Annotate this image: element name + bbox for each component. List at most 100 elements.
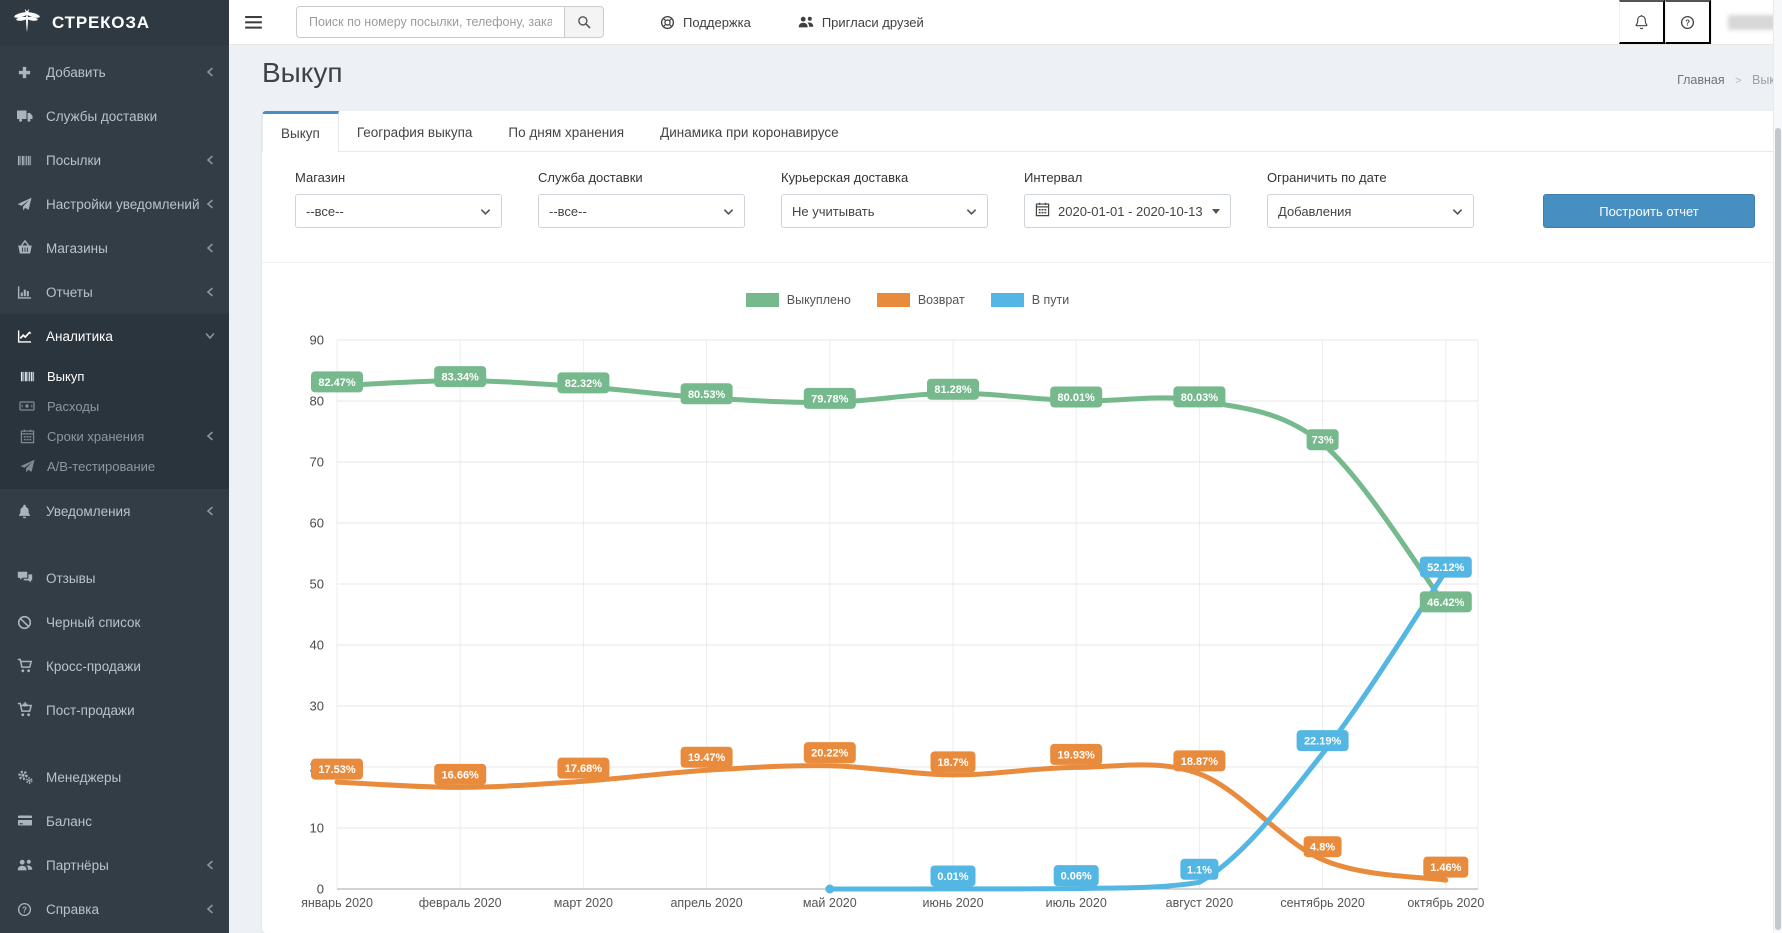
sidebar-item-managers[interactable]: Менеджеры	[0, 755, 229, 799]
interval-picker[interactable]: 2020-01-01 - 2020-10-13	[1024, 194, 1231, 228]
sidebar-item-label: Посылки	[46, 153, 101, 168]
tab-4[interactable]: Динамика при коронавирусе	[642, 111, 857, 151]
shop-select[interactable]: --все--	[295, 194, 502, 228]
sidebar-subitem-storage-periods[interactable]: Сроки хранения	[0, 421, 229, 451]
notifications-button[interactable]	[1619, 0, 1665, 44]
svg-text:83.34%: 83.34%	[442, 372, 480, 384]
buyout-line-chart: 0102030405060708090январь 2020февраль 20…	[262, 319, 1747, 915]
sidebar-subitem-ab-testing[interactable]: А/В-тестирование	[0, 451, 229, 481]
svg-text:апрель 2020: апрель 2020	[670, 896, 742, 910]
svg-text:81.28%: 81.28%	[934, 384, 972, 396]
dragonfly-logo-icon	[12, 5, 42, 40]
sidebar-item-label: Кросс-продажи	[46, 659, 141, 674]
sidebar-item-label: Партнёры	[46, 858, 109, 873]
sidebar-item-blacklist[interactable]: Черный список	[0, 600, 229, 644]
svg-text:май 2020: май 2020	[803, 896, 857, 910]
svg-text:февраль 2020: февраль 2020	[419, 896, 502, 910]
svg-text:1.46%: 1.46%	[1430, 862, 1461, 874]
sidebar-item-cross-sales[interactable]: Кросс-продажи	[0, 644, 229, 688]
comments-icon	[14, 570, 35, 586]
sidebar-item-parcels[interactable]: Посылки	[0, 138, 229, 182]
sidebar-item-notification-settings[interactable]: Настройки уведомлений	[0, 182, 229, 226]
sidebar-item-label: Баланс	[46, 814, 92, 829]
sidebar-item-post-sales[interactable]: Пост-продажи	[0, 688, 229, 732]
legend-item-1[interactable]: Выкуплено	[746, 293, 851, 307]
search-group	[296, 6, 604, 38]
svg-text:80.01%: 80.01%	[1058, 392, 1096, 404]
chevron-left-icon	[205, 155, 215, 165]
legend-swatch	[991, 293, 1024, 307]
sidebar-subitem-buyout[interactable]: Выкуп	[0, 361, 229, 391]
date-limit-select[interactable]: Добавления	[1267, 194, 1474, 228]
legend-swatch	[877, 293, 910, 307]
sidebar-item-label: Справка	[46, 902, 99, 917]
sidebar-item-label: Магазины	[46, 241, 108, 256]
svg-text:1.1%: 1.1%	[1187, 864, 1212, 876]
legend-label: Выкуплено	[787, 293, 851, 307]
sidebar-submenu-analytics: Выкуп РасходыСроки храненияА/В-тестирован…	[0, 358, 229, 489]
tab-1[interactable]: Выкуп	[262, 111, 339, 152]
help-button[interactable]: ?	[1665, 0, 1711, 44]
legend-item-3[interactable]: В пути	[991, 293, 1070, 307]
calendar-icon	[17, 429, 37, 444]
sidebar-item-help[interactable]: ? Справка	[0, 887, 229, 931]
sidebar-item-partners[interactable]: Партнёры	[0, 843, 229, 887]
sidebar-item-reports[interactable]: Отчеты	[0, 270, 229, 314]
sidebar-item-label: Аналитика	[46, 329, 113, 344]
brand[interactable]: СТРЕКОЗА	[0, 0, 229, 45]
svg-text:0: 0	[317, 882, 324, 897]
svg-text:18.7%: 18.7%	[937, 757, 968, 769]
svg-text:январь 2020: январь 2020	[301, 896, 373, 910]
chevron-left-icon	[205, 287, 215, 297]
sidebar-item-shops[interactable]: Магазины	[0, 226, 229, 270]
svg-text:79.78%: 79.78%	[811, 393, 849, 405]
svg-text:4.8%: 4.8%	[1310, 842, 1335, 854]
user-menu[interactable]	[1711, 0, 1782, 44]
sidebar-item-add[interactable]: Добавить	[0, 50, 229, 94]
line-chart-icon	[14, 329, 35, 344]
search-button[interactable]	[564, 6, 604, 38]
sidebar-item-notifications[interactable]: Уведомления	[0, 489, 229, 533]
delivery-service-select[interactable]: --все--	[538, 194, 745, 228]
sidebar-item-balance[interactable]: Баланс	[0, 799, 229, 843]
courier-delivery-select[interactable]: Не учитывать	[781, 194, 988, 228]
filter-delivery-service: Служба доставки--все--	[538, 170, 745, 228]
svg-text:август 2020: август 2020	[1166, 896, 1234, 910]
barcode-icon	[14, 153, 35, 168]
life-ring-icon	[660, 15, 675, 30]
cogs-icon	[14, 769, 35, 785]
sidebar-toggle-button[interactable]	[229, 0, 277, 44]
legend-item-2[interactable]: Возврат	[877, 293, 965, 307]
support-link[interactable]: Поддержка	[660, 15, 751, 30]
filter-label: Интервал	[1024, 170, 1231, 185]
page-scrollbar[interactable]	[1773, 0, 1782, 933]
sidebar-item-label: Службы доставки	[46, 109, 157, 124]
users-icon	[14, 857, 35, 873]
search-input[interactable]	[296, 6, 564, 38]
page-title: Выкуп	[262, 57, 1782, 89]
select-chevron-icon	[723, 204, 734, 219]
breadcrumb-home-link[interactable]: Главная	[1677, 73, 1725, 87]
sidebar-subitem-label: Выкуп	[47, 369, 84, 384]
invite-friends-link[interactable]: Пригласи друзей	[798, 14, 924, 30]
scrollbar-thumb[interactable]	[1775, 128, 1781, 930]
brand-name: СТРЕКОЗА	[52, 13, 150, 33]
tab-2[interactable]: География выкупа	[339, 111, 491, 151]
sidebar-item-delivery-services[interactable]: Службы доставки	[0, 94, 229, 138]
filter-interval: Интервал 2020-01-01 - 2020-10-13	[1024, 170, 1231, 228]
tab-3[interactable]: По дням хранения	[490, 111, 642, 151]
svg-text:17.53%: 17.53%	[318, 764, 356, 776]
svg-text:сентябрь 2020: сентябрь 2020	[1280, 896, 1365, 910]
build-report-button[interactable]: Построить отчет	[1543, 194, 1755, 228]
sidebar-subitem-expenses[interactable]: Расходы	[0, 391, 229, 421]
svg-text:июль 2020: июль 2020	[1046, 896, 1107, 910]
chart-legend: Выкуплено Возврат В пути	[337, 293, 1478, 307]
svg-text:?: ?	[22, 905, 27, 914]
sidebar-item-reviews[interactable]: Отзывы	[0, 556, 229, 600]
sidebar-item-analytics[interactable]: Аналитика	[0, 314, 229, 358]
chevron-left-icon	[205, 243, 215, 253]
filter-label: Магазин	[295, 170, 502, 185]
svg-text:?: ?	[1685, 18, 1690, 27]
topbar-right: ?	[1619, 0, 1782, 44]
content: Выкуп Главная > Выкуп ВыкупГеография вык…	[229, 45, 1782, 933]
